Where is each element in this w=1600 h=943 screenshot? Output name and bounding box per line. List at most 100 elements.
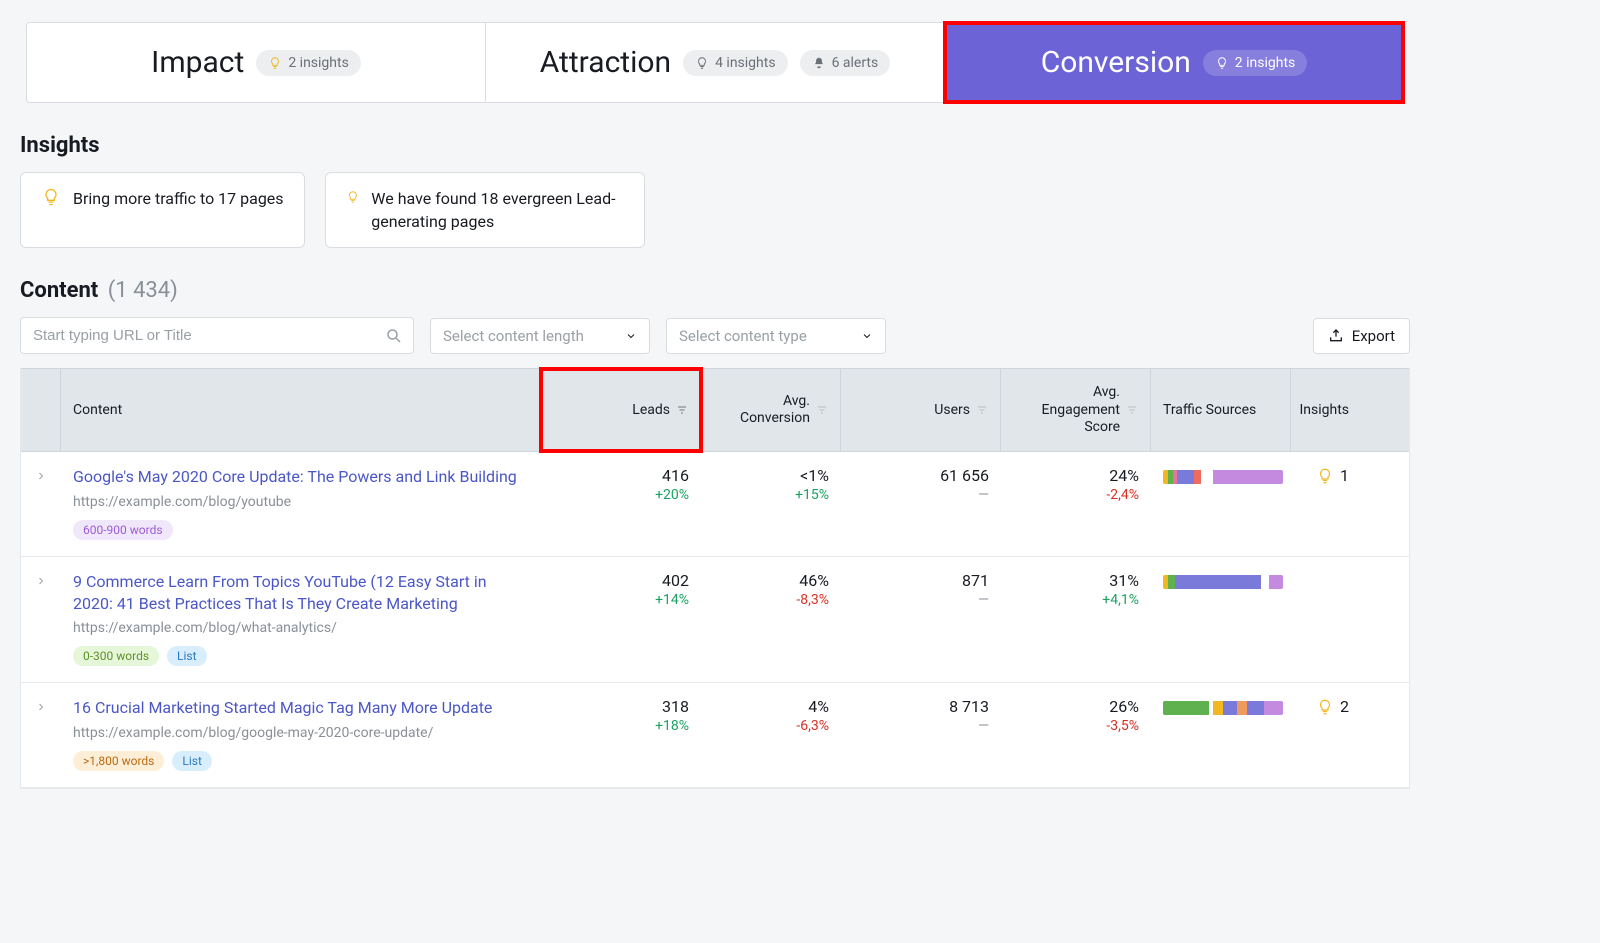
content-tag: >1,800 words <box>73 751 164 771</box>
traffic-source-segment <box>1269 575 1283 589</box>
users-cell: 871— <box>841 571 1001 608</box>
tab-impact[interactable]: Impact 2 insights <box>27 23 486 102</box>
content-tag: 0-300 words <box>73 646 159 666</box>
conversion-cell-delta: +15% <box>713 487 829 503</box>
leads-cell-value: 416 <box>553 466 689 485</box>
traffic-source-segment <box>1213 701 1223 715</box>
users-cell-value: 871 <box>853 571 989 590</box>
traffic-source-segment <box>1247 701 1264 715</box>
table-row: 9 Commerce Learn From Topics YouTube (12… <box>21 557 1409 683</box>
insights-heading: Insights <box>20 133 1410 158</box>
tab-impact-insights-pill: 2 insights <box>256 50 360 76</box>
search-icon <box>385 327 403 345</box>
col-expand <box>21 369 61 451</box>
content-type-select[interactable]: Select content type <box>666 318 886 354</box>
leads-cell-delta: +18% <box>553 718 689 734</box>
traffic-sources-bar <box>1163 701 1283 715</box>
content-title-link[interactable]: 16 Crucial Marketing Started Magic Tag M… <box>73 697 529 719</box>
engagement-cell-value: 31% <box>1013 571 1139 590</box>
content-url: https://example.com/blog/youtube <box>73 494 529 510</box>
chevron-down-icon <box>625 330 637 342</box>
expand-toggle[interactable] <box>21 466 61 486</box>
traffic-source-segment <box>1168 575 1175 589</box>
engagement-cell-value: 26% <box>1013 697 1139 716</box>
table-header: Content Leads Avg. Conversion Users Avg.… <box>21 368 1409 452</box>
content-tags: 0-300 wordsList <box>73 646 529 666</box>
traffic-source-segment <box>1237 701 1247 715</box>
bulb-icon <box>41 187 61 207</box>
filters-row: Select content length Select content typ… <box>20 317 1410 354</box>
expand-toggle[interactable] <box>21 571 61 591</box>
users-cell: 61 656 — <box>841 466 1001 503</box>
search-input[interactable] <box>31 326 385 345</box>
content-length-select[interactable]: Select content length <box>430 318 650 354</box>
content-tag: List <box>172 751 212 771</box>
conversion-cell: 46%-8,3% <box>701 571 841 608</box>
export-label: Export <box>1352 327 1395 345</box>
bulb-icon <box>695 56 709 70</box>
tab-impact-insights-text: 2 insights <box>288 55 348 71</box>
conversion-cell-delta: -6,3% <box>713 718 829 734</box>
expand-toggle[interactable] <box>21 697 61 717</box>
insight-card[interactable]: We have found 18 evergreen Lead-generati… <box>325 172 645 248</box>
col-content[interactable]: Content <box>61 369 541 451</box>
engagement-cell-delta: -2,4% <box>1013 487 1139 503</box>
bulb-icon <box>1215 56 1229 70</box>
content-cell: Google's May 2020 Core Update: The Power… <box>61 466 541 540</box>
tab-attraction[interactable]: Attraction 4 insights 6 alerts <box>486 23 945 102</box>
content-heading-label: Content <box>20 278 98 303</box>
traffic-sources-cell <box>1151 571 1291 589</box>
bell-icon <box>812 56 826 70</box>
col-leads[interactable]: Leads <box>541 369 701 451</box>
col-traffic-sources: Traffic Sources <box>1151 369 1291 451</box>
leads-cell: 402+14% <box>541 571 701 608</box>
conversion-cell: 4% -6,3% <box>701 697 841 734</box>
content-tags: >1,800 words List <box>73 751 529 771</box>
users-cell-value: 61 656 <box>853 466 989 485</box>
content-cell: 9 Commerce Learn From Topics YouTube (12… <box>61 571 541 666</box>
engagement-cell-delta: -3,5% <box>1013 718 1139 734</box>
content-title-link[interactable]: 9 Commerce Learn From Topics YouTube (12… <box>73 571 529 614</box>
insight-cards: Bring more traffic to 17 pages We have f… <box>20 172 1410 248</box>
col-engagement[interactable]: Avg. Engagement Score <box>1001 369 1151 451</box>
leads-cell: 416 +20% <box>541 466 701 503</box>
insights-cell[interactable]: 2 <box>1291 697 1361 716</box>
tab-impact-title: Impact <box>151 45 244 80</box>
conversion-cell-value: 4% <box>713 697 829 716</box>
insights-cell[interactable]: 1 <box>1291 466 1361 485</box>
leads-cell-delta: +20% <box>553 487 689 503</box>
bulb-icon <box>1316 698 1334 716</box>
insight-card-text: We have found 18 evergreen Lead-generati… <box>371 187 623 233</box>
leads-cell-value: 318 <box>553 697 689 716</box>
tab-attraction-alerts-text: 6 alerts <box>832 55 879 71</box>
conversion-cell-value: 46% <box>713 571 829 590</box>
content-title-link[interactable]: Google's May 2020 Core Update: The Power… <box>73 466 529 488</box>
table-row: 16 Crucial Marketing Started Magic Tag M… <box>21 683 1409 788</box>
content-url: https://example.com/blog/what-analytics/ <box>73 620 529 636</box>
content-table: Content Leads Avg. Conversion Users Avg.… <box>20 368 1410 788</box>
col-avg-conversion[interactable]: Avg. Conversion <box>701 369 841 451</box>
tab-conversion-insights-text: 2 insights <box>1235 55 1295 71</box>
content-tag: 600-900 words <box>73 520 173 540</box>
content-type-placeholder: Select content type <box>679 327 807 345</box>
traffic-sources-bar <box>1163 575 1283 589</box>
users-cell-delta: — <box>853 487 989 503</box>
tab-conversion[interactable]: Conversion 2 insights <box>945 23 1403 102</box>
content-count: (1 434) <box>108 278 178 303</box>
users-cell: 8 713— <box>841 697 1001 734</box>
insights-count: 2 <box>1340 697 1349 716</box>
traffic-sources-cell <box>1151 697 1291 715</box>
insight-card[interactable]: Bring more traffic to 17 pages <box>20 172 305 248</box>
engagement-cell: 26% -3,5% <box>1001 697 1151 734</box>
bulb-icon <box>346 187 360 207</box>
traffic-source-segment <box>1175 575 1261 589</box>
export-icon <box>1328 328 1344 344</box>
export-button[interactable]: Export <box>1313 318 1410 354</box>
tab-conversion-title: Conversion <box>1041 45 1191 80</box>
tab-conversion-insights-pill: 2 insights <box>1203 50 1307 76</box>
content-tags: 600-900 words <box>73 520 529 540</box>
col-users[interactable]: Users <box>841 369 1001 451</box>
engagement-cell: 24%-2,4% <box>1001 466 1151 503</box>
leads-cell-value: 402 <box>553 571 689 590</box>
search-input-wrap[interactable] <box>20 317 414 354</box>
